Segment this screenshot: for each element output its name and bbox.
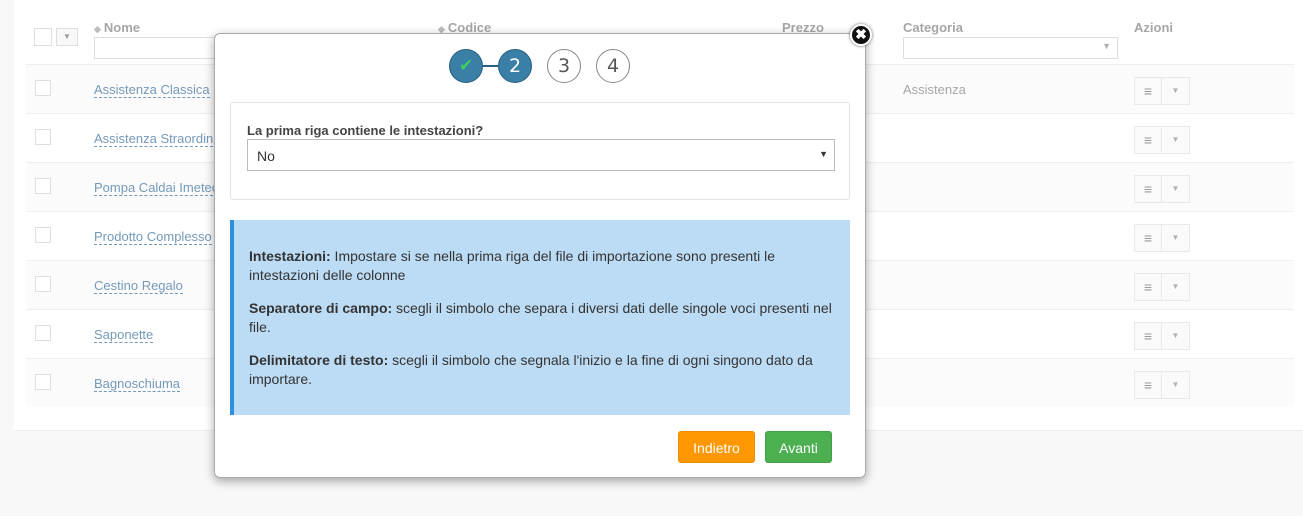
step-2-current[interactable]: 2 <box>498 49 532 83</box>
close-icon[interactable]: ✖ <box>850 24 872 46</box>
info-text-delimiter-title: Delimitatore di testo: <box>249 352 389 368</box>
header-row-select[interactable]: No ▼ <box>247 139 835 171</box>
wizard-steps: ✔ 2 3 4 <box>449 49 649 85</box>
info-text-delimiter: Delimitatore di testo: scegli il simbolo… <box>249 351 839 389</box>
info-headers: Intestazioni: Impostare si se nella prim… <box>249 247 839 285</box>
chevron-down-icon: ▼ <box>819 149 828 159</box>
step-3[interactable]: 3 <box>547 49 581 83</box>
step-4[interactable]: 4 <box>596 49 630 83</box>
checkmark-icon: ✔ <box>458 56 474 76</box>
back-button[interactable]: Indietro <box>678 431 755 463</box>
step-connector <box>482 65 499 67</box>
import-wizard-dialog: ✔ 2 3 4 La prima riga contiene le intest… <box>214 33 866 478</box>
header-option-box: La prima riga contiene le intestazioni? … <box>230 102 850 200</box>
header-question-label: La prima riga contiene le intestazioni? <box>247 123 484 138</box>
header-row-select-value: No <box>257 148 275 164</box>
info-headers-title: Intestazioni: <box>249 248 331 264</box>
info-field-separator: Separatore di campo: scegli il simbolo c… <box>249 299 839 337</box>
step-1-completed[interactable]: ✔ <box>449 49 483 83</box>
next-button[interactable]: Avanti <box>765 431 832 463</box>
info-box: Intestazioni: Impostare si se nella prim… <box>230 220 850 415</box>
info-field-separator-title: Separatore di campo: <box>249 300 393 316</box>
